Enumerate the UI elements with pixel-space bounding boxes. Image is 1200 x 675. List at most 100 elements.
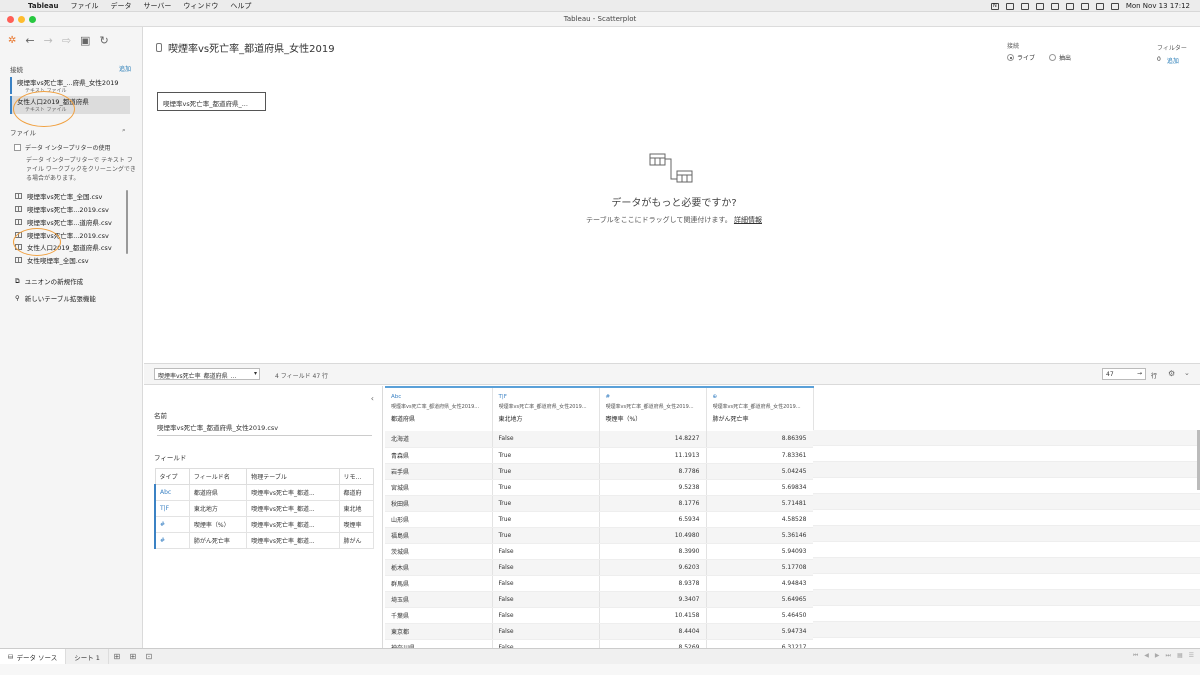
back-icon[interactable]: ← <box>25 34 34 47</box>
field-name[interactable]: 東北地方 <box>188 500 248 517</box>
menu-file[interactable]: ファイル <box>70 1 98 11</box>
table-cell[interactable]: 4.94843 <box>706 575 814 592</box>
table-cell[interactable]: 10.4158 <box>599 607 707 624</box>
type-icon[interactable]: Abc <box>391 394 486 403</box>
table-cell[interactable]: False <box>492 431 600 448</box>
table-row[interactable]: 東京都 False 8.4404 5.94734 <box>385 623 814 640</box>
table-cell[interactable]: 9.6203 <box>599 559 707 576</box>
first-tab-icon[interactable]: ⏮ <box>1133 652 1138 660</box>
add-connection-link[interactable]: 追加 <box>119 64 131 73</box>
table-row[interactable]: 北海道 False 14.8227 8.86395 <box>385 431 814 448</box>
chevron-down-icon[interactable]: ⌄ <box>1184 369 1190 377</box>
refresh-icon[interactable]: ↻ <box>99 34 108 47</box>
menu-data[interactable]: データ <box>110 1 131 11</box>
table-cell[interactable]: 群馬県 <box>385 575 493 592</box>
column-header[interactable]: ⊕ 喫煙率vs死亡率_都道府県_女性2019... 肺がん死亡率 <box>706 386 814 431</box>
table-row[interactable]: 千葉県 False 10.4158 5.46450 <box>385 607 814 624</box>
table-cell[interactable]: 岩手県 <box>385 463 493 480</box>
table-row[interactable]: 埼玉県 False 9.3407 5.64965 <box>385 591 814 608</box>
gear-icon[interactable]: ⚙ <box>1168 369 1175 378</box>
table-row[interactable]: Abc 都道府県 喫煙率vs死亡率_都道... 都道府 <box>153 484 375 501</box>
field-name[interactable]: 喫煙率（%） <box>188 516 248 533</box>
table-cell[interactable]: 6.31217 <box>706 639 814 648</box>
tableau-logo-icon[interactable]: ✲ <box>8 35 16 46</box>
new-dashboard-icon[interactable]: ⊞ <box>125 652 141 661</box>
table-cell[interactable]: 8.5269 <box>599 639 707 648</box>
table-cell[interactable]: 8.86395 <box>706 431 814 448</box>
table-select[interactable]: 喫煙率vs死亡率_都道府県_... <box>154 368 260 380</box>
table-cell[interactable]: 7.83361 <box>706 447 814 464</box>
new-extension-action[interactable]: ⚲ 新しいテーブル拡張機能 <box>15 293 96 303</box>
table-cell[interactable]: 東京都 <box>385 623 493 640</box>
type-icon[interactable]: # <box>153 516 190 533</box>
table-cell[interactable]: 8.1776 <box>599 495 707 512</box>
menu-server[interactable]: サーバー <box>143 1 171 11</box>
redo-icon[interactable]: ⇨ <box>62 34 71 47</box>
table-cell[interactable]: 千葉県 <box>385 607 493 624</box>
forward-icon[interactable]: → <box>44 34 53 47</box>
table-cell[interactable]: 14.8227 <box>599 431 707 448</box>
table-cell[interactable]: 茨城県 <box>385 543 493 560</box>
field-name[interactable]: 都道府県 <box>188 484 248 501</box>
table-cell[interactable]: 5.46450 <box>706 607 814 624</box>
live-radio[interactable]: ライブ <box>1007 53 1035 62</box>
connection-item-1[interactable]: 喫煙率vs死亡率_...府県_女性2019 テキスト ファイル <box>10 77 130 94</box>
table-cell[interactable]: 神奈川県 <box>385 639 493 648</box>
table-cell[interactable]: False <box>492 639 600 648</box>
table-row[interactable]: 秋田県 True 8.1776 5.71481 <box>385 495 814 512</box>
table-cell[interactable]: 9.3407 <box>599 591 707 608</box>
name-value[interactable]: 喫煙率vs死亡率_都道府県_女性2019.csv <box>157 422 372 436</box>
type-icon[interactable]: # <box>153 532 190 549</box>
table-cell[interactable]: 11.1913 <box>599 447 707 464</box>
table-cell[interactable]: 8.3990 <box>599 543 707 560</box>
table-cell[interactable]: 4.58528 <box>706 511 814 528</box>
datasource-name[interactable]: 喫煙率vs死亡率_都道府県_女性2019 <box>168 40 335 55</box>
table-cell[interactable]: True <box>492 463 600 480</box>
type-icon[interactable]: T|F <box>499 394 593 403</box>
collapse-icon[interactable]: ‹ <box>371 394 374 403</box>
type-icon[interactable]: T|F <box>153 500 190 517</box>
table-row[interactable]: # 肺がん死亡率 喫煙率vs死亡率_都道... 肺がん <box>153 532 375 549</box>
prev-tab-icon[interactable]: ◀ <box>1144 652 1149 660</box>
table-cell[interactable]: 5.94093 <box>706 543 814 560</box>
table-cell[interactable]: 8.7786 <box>599 463 707 480</box>
type-icon[interactable]: # <box>606 394 700 403</box>
table-cell[interactable]: 栃木県 <box>385 559 493 576</box>
col-remote[interactable]: リモ... <box>338 468 375 485</box>
tab-sheet1[interactable]: シート 1 <box>66 648 109 665</box>
table-cell[interactable]: False <box>492 591 600 608</box>
file-item[interactable]: 喫煙率vs死亡率...道府県.csv <box>15 217 112 227</box>
file-item[interactable]: 女性喫煙率_全国.csv <box>15 255 89 265</box>
table-cell[interactable]: 8.9378 <box>599 575 707 592</box>
col-field-name[interactable]: フィールド名 <box>188 468 248 485</box>
datasource-title[interactable]: 喫煙率vs死亡率_都道府県_女性2019 <box>156 40 335 55</box>
files-scrollbar[interactable] <box>126 190 128 254</box>
table-cell[interactable]: True <box>492 495 600 512</box>
table-cell[interactable]: 5.04245 <box>706 463 814 480</box>
table-cell[interactable]: 6.5934 <box>599 511 707 528</box>
wifi-icon[interactable] <box>1080 2 1089 10</box>
type-icon[interactable]: Abc <box>153 484 190 501</box>
bluetooth-icon[interactable] <box>1050 2 1059 10</box>
column-header[interactable]: # 喫煙率vs死亡率_都道府県_女性2019... 喫煙率（%） <box>599 386 707 431</box>
interpreter-checkbox-row[interactable]: データ インタープリターの使用 <box>14 143 111 152</box>
menu-help[interactable]: ヘルプ <box>230 1 251 11</box>
clock[interactable]: Mon Nov 13 17:12 <box>1126 2 1190 10</box>
table-cell[interactable]: 北海道 <box>385 431 493 448</box>
table-row[interactable]: # 喫煙率（%） 喫煙率vs死亡率_都道... 喫煙率 <box>153 516 375 533</box>
table-cell[interactable]: 秋田県 <box>385 495 493 512</box>
list-view-icon[interactable]: ☰ <box>1189 652 1194 660</box>
learn-more-link[interactable]: 詳細情報 <box>734 216 762 224</box>
table-cell[interactable]: True <box>492 447 600 464</box>
table-cell[interactable]: 5.69834 <box>706 479 814 496</box>
table-row[interactable]: 栃木県 False 9.6203 5.17708 <box>385 559 814 576</box>
table-row[interactable]: 宮城県 True 9.5238 5.69834 <box>385 479 814 496</box>
column-header[interactable]: T|F 喫煙率vs死亡率_都道府県_女性2019... 東北地方 <box>492 386 600 431</box>
notion-icon[interactable]: N <box>990 2 999 10</box>
grid-view-icon[interactable]: ▦ <box>1177 652 1183 660</box>
search-icon[interactable] <box>1095 2 1104 10</box>
col-physical-table[interactable]: 物理テーブル <box>246 468 340 485</box>
table-cell[interactable]: 山形県 <box>385 511 493 528</box>
file-item[interactable]: 喫煙率vs死亡率...2019.csv <box>15 204 109 214</box>
search-files-icon[interactable]: ⌕ <box>122 126 126 135</box>
